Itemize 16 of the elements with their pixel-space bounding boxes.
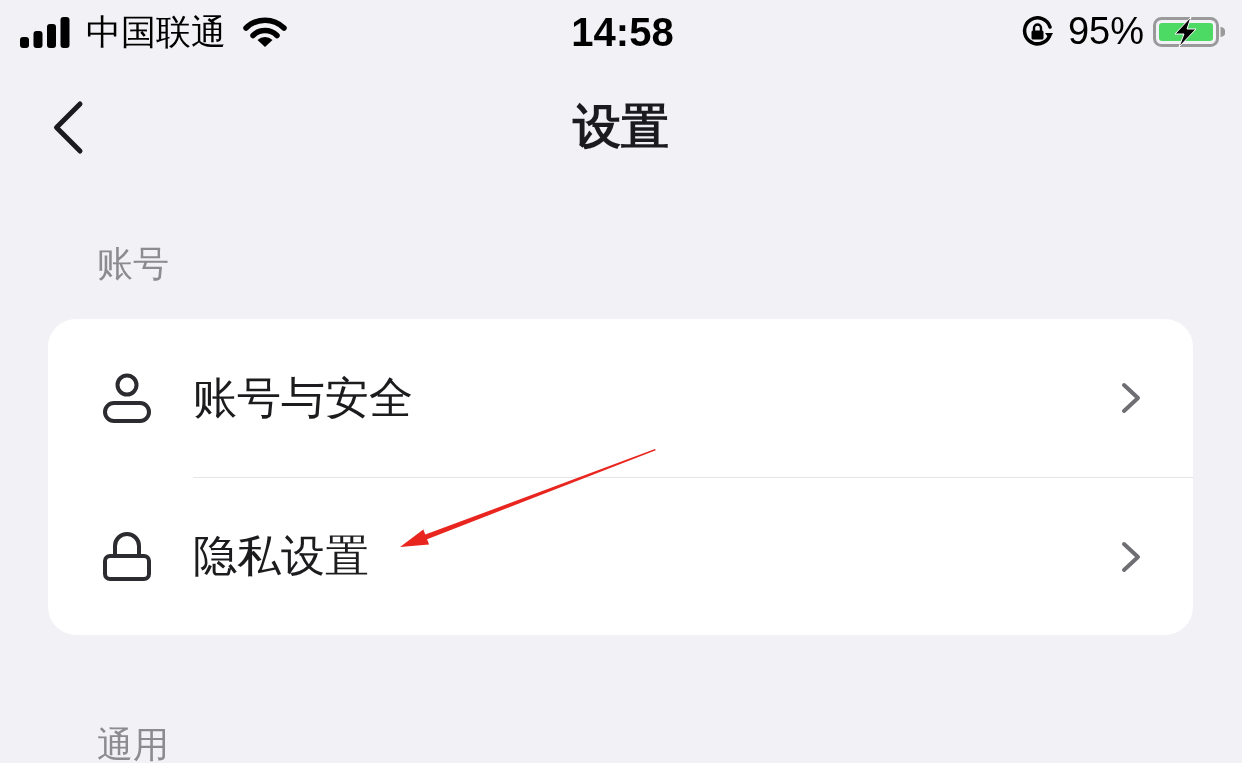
wifi-icon: [243, 16, 287, 48]
battery-percentage: 95%: [1067, 11, 1144, 53]
carrier-name: 中国联通: [86, 12, 226, 52]
chevron-right-icon: [1120, 381, 1142, 415]
signal-icon: [20, 16, 70, 48]
back-icon: [52, 99, 84, 155]
person-icon: [103, 373, 151, 423]
settings-item[interactable]: 账号与安全: [193, 372, 413, 424]
chevron-right-icon: [1120, 539, 1142, 574]
back-button[interactable]: [52, 99, 84, 155]
page-title: 设置: [573, 99, 669, 155]
section-header: 账号: [97, 242, 169, 285]
clock-time: 14:58: [571, 10, 674, 54]
settings-item[interactable]: 隐私设置: [193, 531, 369, 582]
section-header: 通用: [97, 723, 169, 763]
lock-icon: [103, 531, 151, 581]
